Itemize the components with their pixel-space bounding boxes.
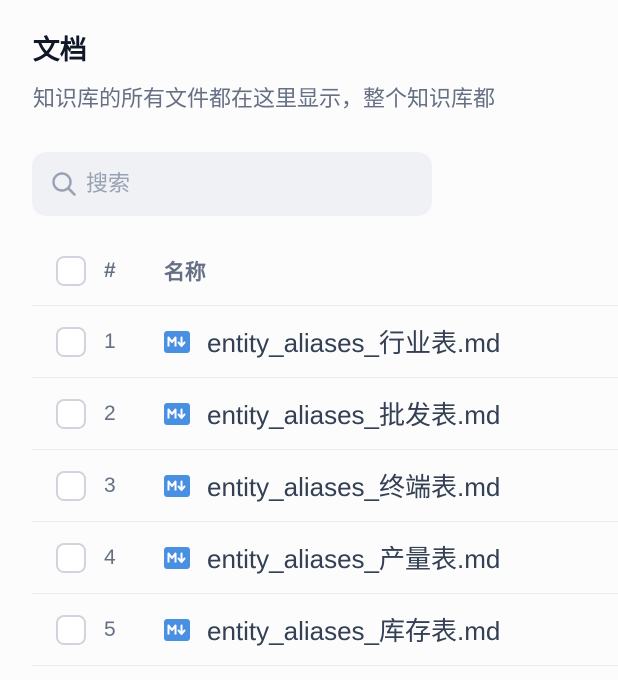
file-name: entity_aliases_终端表.md <box>207 472 501 502</box>
file-link[interactable]: entity_aliases_终端表.md <box>164 467 500 504</box>
table-row[interactable]: 2 entity_aliases_批发表.md <box>32 378 618 450</box>
column-header-index: # <box>104 258 116 282</box>
page-subtitle: 知识库的所有文件都在这里显示，整个知识库都 <box>33 86 496 111</box>
table-row[interactable]: 1 entity_aliases_行业表.md <box>32 306 618 378</box>
select-all-checkbox[interactable] <box>56 255 86 286</box>
table-row[interactable]: 5 entity_aliases_库存表.md <box>32 594 618 666</box>
file-link[interactable]: entity_aliases_行业表.md <box>164 323 500 360</box>
table-row[interactable]: 3 entity_aliases_终端表.md <box>32 450 618 522</box>
row-index: 4 <box>104 545 116 569</box>
file-name: entity_aliases_库存表.md <box>207 616 501 646</box>
row-checkbox[interactable] <box>56 542 86 573</box>
row-checkbox[interactable] <box>56 326 86 357</box>
file-name: entity_aliases_批发表.md <box>207 400 501 430</box>
row-index: 1 <box>104 329 116 353</box>
file-link[interactable]: entity_aliases_库存表.md <box>164 611 500 648</box>
file-name: entity_aliases_产量表.md <box>207 544 501 574</box>
file-link[interactable]: entity_aliases_产量表.md <box>164 539 500 576</box>
search-icon <box>50 170 78 198</box>
markdown-file-icon <box>164 618 190 641</box>
row-checkbox[interactable] <box>56 614 86 645</box>
page-title: 文档 <box>33 35 87 65</box>
markdown-file-icon <box>164 474 190 497</box>
markdown-file-icon <box>164 546 190 569</box>
row-index: 3 <box>104 473 116 497</box>
row-checkbox[interactable] <box>56 470 86 501</box>
row-checkbox[interactable] <box>56 398 86 429</box>
markdown-file-icon <box>164 402 190 425</box>
column-header-name[interactable]: 名称 <box>164 256 206 286</box>
search-box[interactable] <box>32 152 432 216</box>
row-index: 2 <box>104 401 116 425</box>
table-row[interactable]: 4 entity_aliases_产量表.md <box>32 522 618 594</box>
row-index: 5 <box>104 617 116 641</box>
search-input[interactable] <box>86 171 386 197</box>
table-header: # 名称 <box>32 236 618 306</box>
file-name: entity_aliases_行业表.md <box>207 328 501 358</box>
markdown-file-icon <box>164 330 190 353</box>
documents-table: # 名称 1 entity_aliases_行业表.md 2 entity_al… <box>32 236 618 666</box>
file-link[interactable]: entity_aliases_批发表.md <box>164 395 500 432</box>
